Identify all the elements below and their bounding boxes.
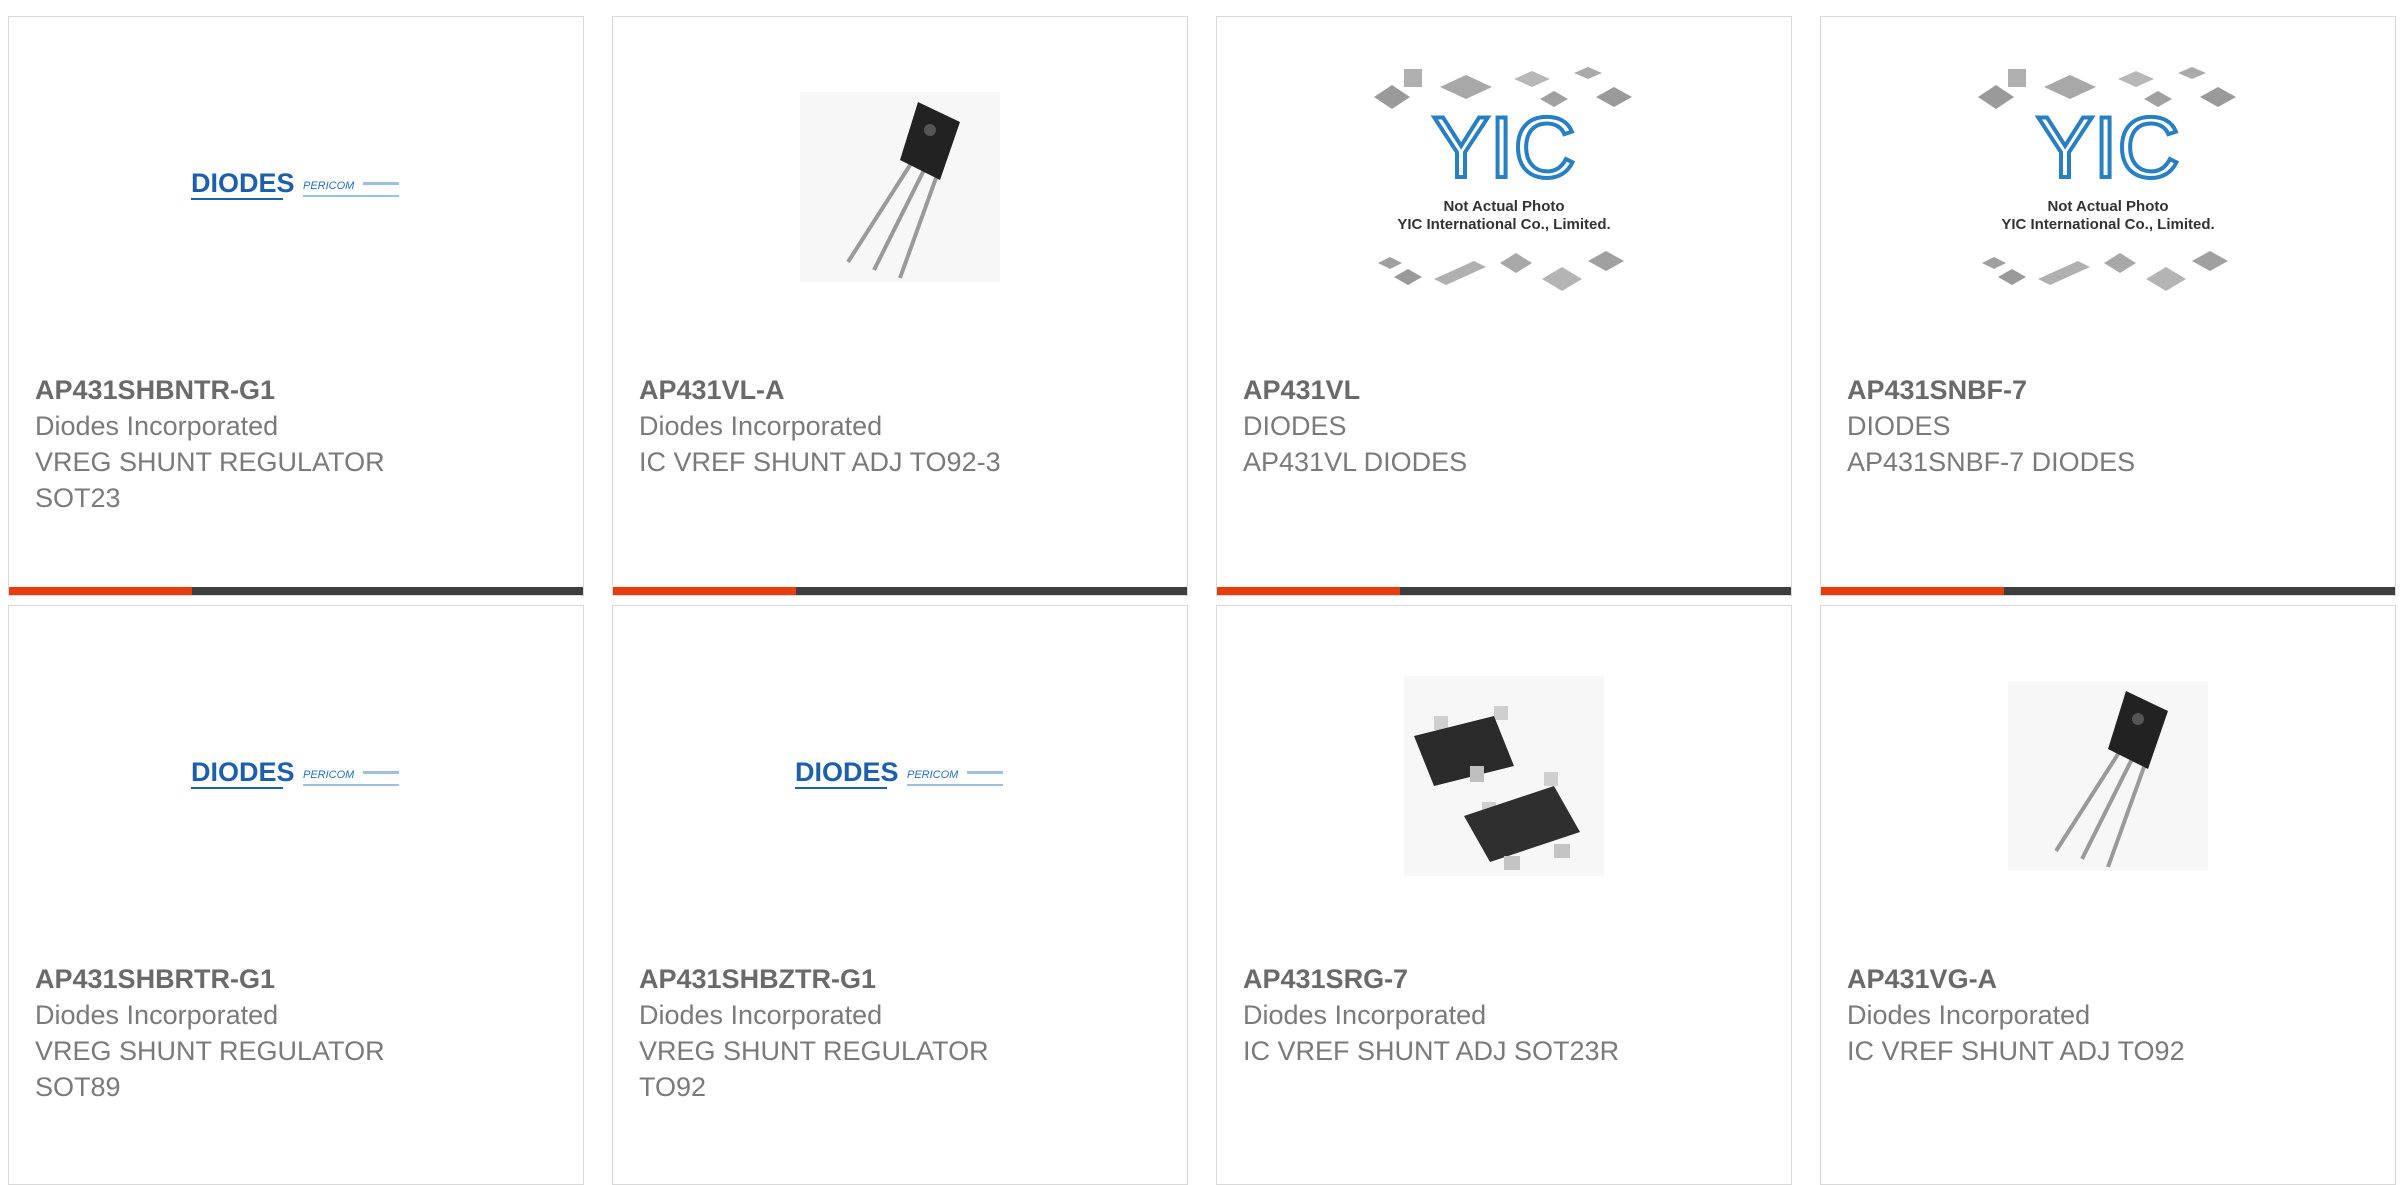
card-accent-bar [613,587,1187,595]
card-accent-bar [9,587,583,595]
product-image[interactable]: DIODES PERICOM [613,606,1187,946]
manufacturer: DIODES [1847,411,1951,441]
sot23-package-icon [1404,676,1604,876]
part-number[interactable]: AP431SNBF-7 [1847,372,2375,408]
svg-text:PERICOM: PERICOM [303,180,355,192]
part-number[interactable]: AP431SHBZTR-G1 [639,961,1167,997]
part-number[interactable]: AP431VL-A [639,372,1167,408]
product-image[interactable]: YIC Not Actual Photo YIC International C… [1821,17,2395,357]
part-number[interactable]: AP431SRG-7 [1243,961,1771,997]
product-card[interactable]: AP431VG-A Diodes Incorporated IC VREF SH… [1820,605,2396,1185]
manufacturer: Diodes Incorporated [639,1000,883,1030]
to92-package-icon [800,92,1000,282]
product-image[interactable]: DIODES PERICOM [9,17,583,357]
svg-text:Not Actual Photo: Not Actual Photo [1443,198,1564,215]
description: VREG SHUNT REGULATOR SOT23 [35,447,385,513]
description: IC VREF SHUNT ADJ TO92-3 [639,447,1001,477]
svg-text:DIODES: DIODES [191,168,295,198]
svg-text:YIC: YIC [1432,100,1575,196]
product-image[interactable]: YIC Not Actual Photo YIC International C… [1217,17,1791,357]
product-image[interactable] [613,17,1187,357]
svg-text:DIODES: DIODES [795,757,899,787]
description: IC VREF SHUNT ADJ SOT23R [1243,1036,1620,1066]
product-card[interactable]: DIODES PERICOM AP431SHBNTR-G1 Diodes Inc… [8,16,584,596]
manufacturer: DIODES [1243,411,1347,441]
product-card[interactable]: YIC Not Actual Photo YIC International C… [1216,16,1792,596]
to92-package-icon [2008,681,2208,871]
product-card[interactable]: DIODES PERICOM AP431SHBZTR-G1 Diodes Inc… [612,605,1188,1185]
part-number[interactable]: AP431VL [1243,372,1771,408]
card-accent-bar [1217,587,1791,595]
product-image[interactable] [1821,606,2395,946]
svg-text:PERICOM: PERICOM [907,769,959,781]
manufacturer: Diodes Incorporated [639,411,883,441]
description: AP431VL DIODES [1243,447,1468,477]
product-card[interactable]: AP431VL-A Diodes Incorporated IC VREF SH… [612,16,1188,596]
part-number[interactable]: AP431VG-A [1847,961,2375,997]
product-image[interactable]: DIODES PERICOM [9,606,583,946]
part-number[interactable]: AP431SHBNTR-G1 [35,372,563,408]
diodes-logo-icon: DIODES PERICOM [191,168,399,200]
description: AP431SNBF-7 DIODES [1847,447,2136,477]
svg-text:YIC: YIC [2036,100,2179,196]
description: VREG SHUNT REGULATOR SOT89 [35,1036,385,1102]
svg-text:YIC International Co., Limited: YIC International Co., Limited. [2001,216,2214,233]
card-accent-bar [1821,587,2395,595]
product-image[interactable] [1217,606,1791,946]
manufacturer: Diodes Incorporated [1243,1000,1487,1030]
description: VREG SHUNT REGULATOR TO92 [639,1036,989,1102]
manufacturer: Diodes Incorporated [1847,1000,2091,1030]
manufacturer: Diodes Incorporated [35,1000,279,1030]
not-actual-photo-icon: YIC Not Actual Photo YIC International C… [1978,67,2236,291]
product-card[interactable]: AP431SRG-7 Diodes Incorporated IC VREF S… [1216,605,1792,1185]
description: IC VREF SHUNT ADJ TO92 [1847,1036,2185,1066]
svg-text:YIC International Co., Limited: YIC International Co., Limited. [1397,216,1610,233]
product-card[interactable]: DIODES PERICOM AP431SHBRTR-G1 Diodes Inc… [8,605,584,1185]
manufacturer: Diodes Incorporated [35,411,279,441]
diodes-logo-icon: DIODES PERICOM [191,757,399,789]
svg-text:Not Actual Photo: Not Actual Photo [2047,198,2168,215]
svg-text:DIODES: DIODES [191,757,295,787]
svg-text:PERICOM: PERICOM [303,769,355,781]
product-card[interactable]: YIC Not Actual Photo YIC International C… [1820,16,2396,596]
part-number[interactable]: AP431SHBRTR-G1 [35,961,563,997]
not-actual-photo-icon: YIC Not Actual Photo YIC International C… [1374,67,1632,291]
diodes-logo-icon: DIODES PERICOM [795,757,1003,789]
